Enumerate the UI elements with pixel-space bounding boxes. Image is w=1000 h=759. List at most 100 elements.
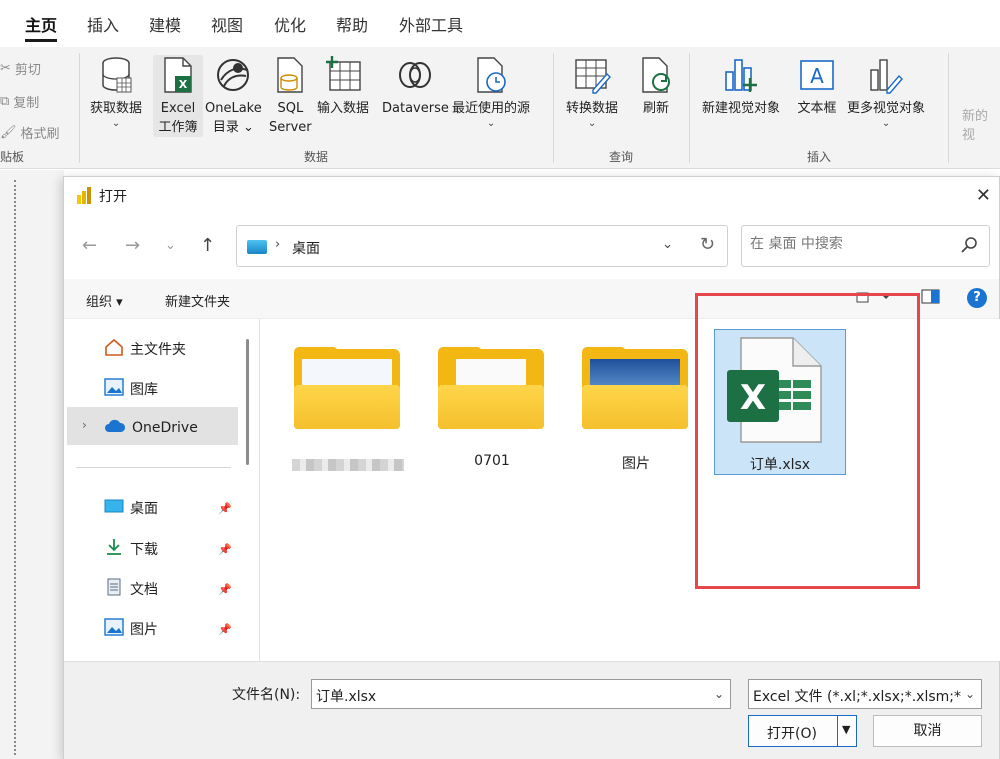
home-icon (104, 338, 124, 360)
filetype-select[interactable]: Excel 文件 (*.xl;*.xlsx;*.xlsm;*. ⌄ (748, 679, 982, 709)
folder-item[interactable] (282, 329, 414, 475)
excel-file-item[interactable]: X 订单.xlsx (714, 329, 846, 475)
split-divider (837, 716, 838, 746)
dataverse-icon (395, 55, 435, 95)
get-data-button[interactable]: 获取数据 ⌄ (90, 55, 142, 130)
tab-modeling[interactable]: 建模 (149, 12, 181, 36)
search-input[interactable] (750, 236, 950, 252)
more-visuals-icon (866, 55, 906, 95)
refresh-button[interactable]: 刷新 (636, 55, 676, 118)
expand-chevron-icon[interactable]: › (82, 418, 87, 432)
transform-data-button[interactable]: 转换数据 ⌄ (566, 55, 618, 130)
ribbon: ✂ 剪切 ⧉ 复制 🖌 格式刷 贴板 获取数据 ⌄ X Excel 工作簿 OneLa… (0, 47, 1000, 169)
preview-pane-icon[interactable] (921, 289, 941, 309)
recent-locations-chevron-icon[interactable]: ⌄ (165, 238, 176, 253)
nav-item-gallery[interactable]: 图库 (104, 378, 158, 400)
dataverse-button[interactable]: Dataverse (382, 55, 449, 118)
dialog-navbar: ← → ⌄ ↑ › 桌面 ⌄ ↻ (64, 215, 999, 279)
scissors-icon: ✂ (0, 61, 11, 76)
copy-icon: ⧉ (0, 94, 10, 109)
address-bar[interactable]: › 桌面 ⌄ ↻ (236, 225, 728, 267)
dialog-toolbar: 组织 ▾ 新建文件夹 ? (64, 279, 999, 319)
nav-scrollbar[interactable] (246, 339, 249, 465)
sql-server-icon (270, 55, 310, 95)
pin-icon[interactable]: 📌 (218, 623, 232, 636)
chevron-down-icon: ⌄ (587, 118, 597, 129)
dialog-footer: 文件名(N): 订单.xlsx ⌄ Excel 文件 (*.xl;*.xlsx;… (64, 661, 999, 759)
filename-value[interactable]: 订单.xlsx (316, 686, 376, 706)
onelake-catalog-button[interactable]: OneLake 目录 ⌄ (205, 55, 262, 137)
format-painter-button[interactable]: 🖌 格式刷 (0, 123, 60, 142)
folder-item[interactable]: 图片 (570, 329, 702, 475)
file-list: 0701 图片 X 订单.xlsx (260, 319, 1000, 661)
recent-sources-button[interactable]: 最近使用的源 ⌄ (452, 55, 530, 130)
tab-view[interactable]: 视图 (211, 12, 243, 36)
onelake-icon (213, 55, 253, 95)
dialog-titlebar: 打开 ✕ (64, 177, 999, 215)
sql-server-button[interactable]: SQL Server (269, 55, 312, 137)
more-visuals-button[interactable]: 更多视觉对象 ⌄ (847, 55, 925, 130)
brush-icon: 🖌 (0, 125, 17, 140)
new-visual-button[interactable]: 新建视觉对象 (702, 55, 780, 118)
dialog-title: 打开 (99, 189, 127, 205)
table-plus-icon (323, 55, 363, 95)
group-label-insert: 插入 (807, 150, 832, 164)
tab-home[interactable]: 主页 (25, 12, 58, 42)
nav-item-downloads[interactable]: 下载 📌 (104, 538, 232, 560)
open-button[interactable]: 打开(O) ▼ (748, 715, 857, 747)
breadcrumb-desktop[interactable]: 桌面 (292, 238, 320, 258)
textbox-button[interactable]: A 文本框 (797, 55, 837, 118)
search-icon[interactable] (961, 236, 977, 258)
forward-arrow-icon[interactable]: → (125, 235, 140, 256)
search-box[interactable] (741, 225, 990, 267)
navigation-pane: 主文件夹 图库 › OneDrive 桌面 📌 下载 📌 文档 📌 图片 📌 (64, 319, 259, 661)
nav-item-onedrive[interactable]: OneDrive (104, 418, 198, 438)
refresh-icon[interactable]: ↻ (700, 234, 715, 255)
chevron-down-icon[interactable]: ⌄ (961, 687, 975, 701)
pin-icon[interactable]: 📌 (218, 502, 232, 515)
tab-help[interactable]: 帮助 (336, 12, 368, 36)
tab-optimize[interactable]: 优化 (274, 12, 306, 36)
organize-menu[interactable]: 组织 ▾ (86, 291, 123, 310)
up-arrow-icon[interactable]: ↑ (200, 235, 215, 256)
group-divider (689, 53, 690, 163)
copy-button[interactable]: ⧉ 复制 (0, 92, 39, 111)
filename-field[interactable]: 订单.xlsx ⌄ (311, 679, 731, 709)
close-icon[interactable]: ✕ (976, 185, 991, 206)
tab-external-tools[interactable]: 外部工具 (399, 12, 463, 36)
recent-file-icon (471, 55, 511, 95)
svg-text:A: A (810, 64, 824, 88)
open-file-dialog: 打开 ✕ ← → ⌄ ↑ › 桌面 ⌄ ↻ 组织 ▾ 新建文件夹 ? (63, 176, 1000, 759)
pin-icon[interactable]: 📌 (218, 543, 232, 556)
refresh-file-icon (636, 55, 676, 95)
bar-chart-plus-icon (721, 55, 761, 95)
download-icon (104, 538, 124, 560)
new-folder-button[interactable]: 新建文件夹 (165, 291, 230, 310)
tab-insert[interactable]: 插入 (87, 12, 119, 36)
pin-icon[interactable]: 📌 (218, 583, 232, 596)
caret-down-icon[interactable]: ▼ (842, 723, 850, 736)
nav-item-desktop[interactable]: 桌面 📌 (104, 498, 232, 518)
group-divider (948, 53, 949, 163)
textbox-icon: A (797, 55, 837, 95)
cloud-icon (104, 418, 126, 438)
cut-button[interactable]: ✂ 剪切 (0, 59, 41, 78)
nav-item-home[interactable]: 主文件夹 (104, 338, 186, 360)
nav-item-pictures[interactable]: 图片 📌 (104, 618, 232, 640)
address-dropdown-icon[interactable]: ⌄ (662, 237, 673, 252)
view-options-icon[interactable] (856, 289, 890, 309)
svg-text:X: X (179, 78, 188, 91)
chevron-down-icon[interactable]: ⌄ (714, 687, 724, 701)
cancel-button[interactable]: 取消 (873, 715, 982, 747)
help-icon[interactable]: ? (967, 288, 987, 308)
back-arrow-icon[interactable]: ← (82, 235, 97, 256)
excel-workbook-button[interactable]: X Excel 工作簿 (153, 55, 203, 137)
chevron-down-icon: ⌄ (881, 118, 891, 129)
nav-item-documents[interactable]: 文档 📌 (104, 578, 232, 600)
desktop-folder-icon (247, 240, 267, 254)
folder-item[interactable]: 0701 (426, 329, 558, 475)
transform-table-icon (572, 55, 612, 95)
report-canvas-edge (0, 170, 64, 759)
chevron-down-icon: ⌄ (486, 118, 496, 129)
enter-data-button[interactable]: 输入数据 (317, 55, 369, 118)
